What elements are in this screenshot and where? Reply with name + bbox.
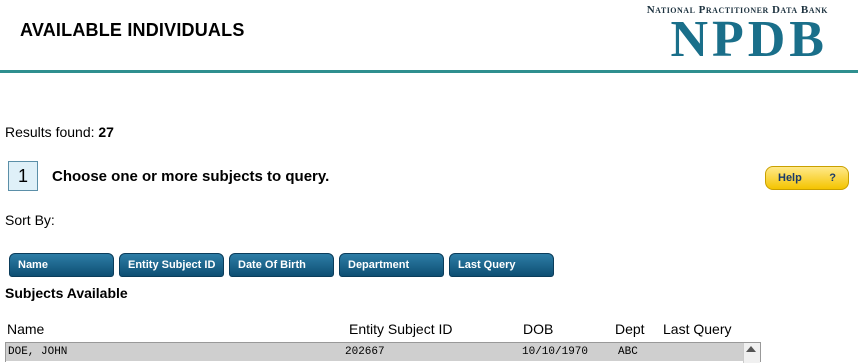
column-header-name: Name bbox=[7, 321, 45, 337]
sort-entity-subject-id-button[interactable]: Entity Subject ID bbox=[119, 253, 224, 277]
sort-name-button[interactable]: Name bbox=[9, 253, 114, 277]
step-instruction: Choose one or more subjects to query. bbox=[52, 168, 330, 185]
subjects-list[interactable]: DOE, JOHN 202667 10/10/1970 ABC bbox=[5, 342, 761, 363]
column-header-dob: DOB bbox=[523, 321, 554, 337]
step-number: 1 bbox=[8, 161, 38, 191]
subject-entity-id: 202667 bbox=[345, 346, 385, 358]
results-count: 27 bbox=[98, 124, 114, 140]
sort-last-query-button[interactable]: Last Query bbox=[449, 253, 554, 277]
help-label: Help bbox=[778, 172, 802, 184]
sort-department-button[interactable]: Department bbox=[339, 253, 444, 277]
subjects-available-heading: Subjects Available bbox=[5, 285, 128, 301]
page-header: AVAILABLE INDIVIDUALS National Practitio… bbox=[0, 0, 858, 73]
help-button[interactable]: Help ? bbox=[765, 166, 849, 190]
sort-by-label: Sort By: bbox=[5, 212, 55, 228]
sort-date-of-birth-button[interactable]: Date Of Birth bbox=[229, 253, 334, 277]
column-header-last-query: Last Query bbox=[663, 321, 732, 337]
list-item[interactable]: DOE, JOHN 202667 10/10/1970 ABC bbox=[6, 343, 744, 361]
npdb-logo: National Practitioner Data Bank NPDB bbox=[638, 4, 828, 68]
logo-wordmark: NPDB bbox=[670, 11, 828, 68]
list-scrollbar[interactable] bbox=[743, 343, 760, 363]
column-header-dept: Dept bbox=[615, 321, 645, 337]
subject-name: DOE, JOHN bbox=[8, 346, 68, 358]
results-found: Results found: 27 bbox=[5, 124, 114, 140]
subject-dob: 10/10/1970 bbox=[522, 346, 589, 358]
scroll-up-arrow-icon[interactable] bbox=[746, 346, 756, 352]
results-label: Results found: bbox=[5, 124, 95, 140]
subject-dept: ABC bbox=[618, 346, 638, 358]
column-header-entity-subject-id: Entity Subject ID bbox=[349, 321, 453, 337]
page-title: AVAILABLE INDIVIDUALS bbox=[20, 20, 245, 40]
help-question-icon: ? bbox=[829, 172, 836, 184]
